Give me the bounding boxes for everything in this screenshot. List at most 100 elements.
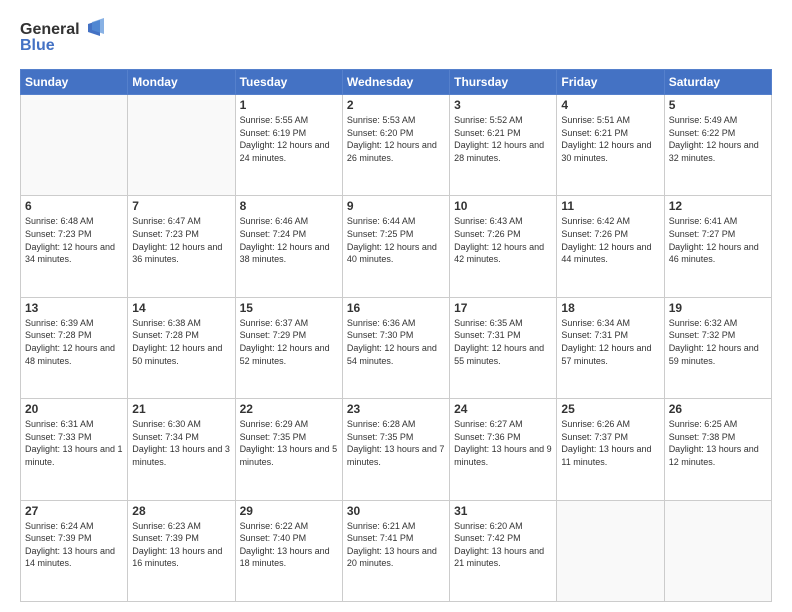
calendar-cell: 27 Sunrise: 6:24 AMSunset: 7:39 PMDayligh… <box>21 500 128 601</box>
calendar-day-header: Saturday <box>664 70 771 95</box>
day-detail: Sunrise: 6:48 AMSunset: 7:23 PMDaylight:… <box>25 215 123 265</box>
calendar-cell: 24 Sunrise: 6:27 AMSunset: 7:36 PMDayligh… <box>450 399 557 500</box>
calendar-cell: 15 Sunrise: 6:37 AMSunset: 7:29 PMDayligh… <box>235 297 342 398</box>
calendar-header-row: SundayMondayTuesdayWednesdayThursdayFrid… <box>21 70 772 95</box>
day-number: 28 <box>132 504 230 518</box>
day-number: 21 <box>132 402 230 416</box>
day-detail: Sunrise: 6:30 AMSunset: 7:34 PMDaylight:… <box>132 418 230 468</box>
day-number: 22 <box>240 402 338 416</box>
page: General Blue SundayMondayTuesdayWednesda… <box>0 0 792 612</box>
day-detail: Sunrise: 6:24 AMSunset: 7:39 PMDaylight:… <box>25 520 123 570</box>
day-detail: Sunrise: 5:52 AMSunset: 6:21 PMDaylight:… <box>454 114 552 164</box>
day-number: 15 <box>240 301 338 315</box>
day-number: 25 <box>561 402 659 416</box>
day-detail: Sunrise: 6:37 AMSunset: 7:29 PMDaylight:… <box>240 317 338 367</box>
day-detail: Sunrise: 6:28 AMSunset: 7:35 PMDaylight:… <box>347 418 445 468</box>
calendar-cell: 31 Sunrise: 6:20 AMSunset: 7:42 PMDayligh… <box>450 500 557 601</box>
calendar-cell: 4 Sunrise: 5:51 AMSunset: 6:21 PMDaylight… <box>557 95 664 196</box>
calendar-cell: 21 Sunrise: 6:30 AMSunset: 7:34 PMDayligh… <box>128 399 235 500</box>
day-detail: Sunrise: 6:20 AMSunset: 7:42 PMDaylight:… <box>454 520 552 570</box>
day-number: 2 <box>347 98 445 112</box>
day-number: 8 <box>240 199 338 213</box>
day-number: 11 <box>561 199 659 213</box>
calendar-cell: 6 Sunrise: 6:48 AMSunset: 7:23 PMDaylight… <box>21 196 128 297</box>
day-detail: Sunrise: 6:39 AMSunset: 7:28 PMDaylight:… <box>25 317 123 367</box>
day-number: 4 <box>561 98 659 112</box>
day-number: 23 <box>347 402 445 416</box>
calendar-cell: 25 Sunrise: 6:26 AMSunset: 7:37 PMDayligh… <box>557 399 664 500</box>
day-detail: Sunrise: 6:44 AMSunset: 7:25 PMDaylight:… <box>347 215 445 265</box>
day-number: 14 <box>132 301 230 315</box>
day-detail: Sunrise: 6:21 AMSunset: 7:41 PMDaylight:… <box>347 520 445 570</box>
day-detail: Sunrise: 6:27 AMSunset: 7:36 PMDaylight:… <box>454 418 552 468</box>
calendar-cell: 28 Sunrise: 6:23 AMSunset: 7:39 PMDayligh… <box>128 500 235 601</box>
day-detail: Sunrise: 6:36 AMSunset: 7:30 PMDaylight:… <box>347 317 445 367</box>
day-number: 13 <box>25 301 123 315</box>
day-detail: Sunrise: 5:53 AMSunset: 6:20 PMDaylight:… <box>347 114 445 164</box>
day-detail: Sunrise: 6:25 AMSunset: 7:38 PMDaylight:… <box>669 418 767 468</box>
svg-text:General: General <box>20 21 80 38</box>
logo-text: General Blue <box>20 16 110 61</box>
svg-text:Blue: Blue <box>20 37 55 54</box>
day-detail: Sunrise: 5:49 AMSunset: 6:22 PMDaylight:… <box>669 114 767 164</box>
day-detail: Sunrise: 5:51 AMSunset: 6:21 PMDaylight:… <box>561 114 659 164</box>
day-number: 31 <box>454 504 552 518</box>
day-detail: Sunrise: 6:26 AMSunset: 7:37 PMDaylight:… <box>561 418 659 468</box>
calendar-cell: 1 Sunrise: 5:55 AMSunset: 6:19 PMDaylight… <box>235 95 342 196</box>
day-number: 24 <box>454 402 552 416</box>
calendar-cell: 3Sunrise: 5:52 AMSunset: 6:21 PMDaylight… <box>450 95 557 196</box>
day-number: 16 <box>347 301 445 315</box>
calendar-day-header: Sunday <box>21 70 128 95</box>
calendar-cell <box>664 500 771 601</box>
day-number: 18 <box>561 301 659 315</box>
day-detail: Sunrise: 6:31 AMSunset: 7:33 PMDaylight:… <box>25 418 123 468</box>
day-detail: Sunrise: 6:41 AMSunset: 7:27 PMDaylight:… <box>669 215 767 265</box>
calendar-cell: 5 Sunrise: 5:49 AMSunset: 6:22 PMDaylight… <box>664 95 771 196</box>
day-number: 29 <box>240 504 338 518</box>
day-number: 26 <box>669 402 767 416</box>
header: General Blue <box>20 16 772 61</box>
day-detail: Sunrise: 6:34 AMSunset: 7:31 PMDaylight:… <box>561 317 659 367</box>
calendar-cell <box>128 95 235 196</box>
week-row: 13 Sunrise: 6:39 AMSunset: 7:28 PMDayligh… <box>21 297 772 398</box>
calendar-cell: 12Sunrise: 6:41 AMSunset: 7:27 PMDayligh… <box>664 196 771 297</box>
calendar-day-header: Thursday <box>450 70 557 95</box>
calendar-cell: 17 Sunrise: 6:35 AMSunset: 7:31 PMDayligh… <box>450 297 557 398</box>
calendar-day-header: Monday <box>128 70 235 95</box>
calendar-cell: 18 Sunrise: 6:34 AMSunset: 7:31 PMDayligh… <box>557 297 664 398</box>
calendar-cell: 30Sunrise: 6:21 AMSunset: 7:41 PMDayligh… <box>342 500 449 601</box>
day-detail: Sunrise: 6:35 AMSunset: 7:31 PMDaylight:… <box>454 317 552 367</box>
calendar-cell <box>557 500 664 601</box>
week-row: 20 Sunrise: 6:31 AMSunset: 7:33 PMDayligh… <box>21 399 772 500</box>
day-number: 1 <box>240 98 338 112</box>
calendar-cell: 2 Sunrise: 5:53 AMSunset: 6:20 PMDaylight… <box>342 95 449 196</box>
calendar-cell: 16 Sunrise: 6:36 AMSunset: 7:30 PMDayligh… <box>342 297 449 398</box>
calendar-cell: 9 Sunrise: 6:44 AMSunset: 7:25 PMDaylight… <box>342 196 449 297</box>
calendar-cell: 11 Sunrise: 6:42 AMSunset: 7:26 PMDayligh… <box>557 196 664 297</box>
day-detail: Sunrise: 6:23 AMSunset: 7:39 PMDaylight:… <box>132 520 230 570</box>
calendar-day-header: Friday <box>557 70 664 95</box>
day-detail: Sunrise: 6:47 AMSunset: 7:23 PMDaylight:… <box>132 215 230 265</box>
calendar-cell: 20 Sunrise: 6:31 AMSunset: 7:33 PMDayligh… <box>21 399 128 500</box>
day-detail: Sunrise: 5:55 AMSunset: 6:19 PMDaylight:… <box>240 114 338 164</box>
calendar-cell: 8Sunrise: 6:46 AMSunset: 7:24 PMDaylight… <box>235 196 342 297</box>
day-number: 19 <box>669 301 767 315</box>
day-number: 9 <box>347 199 445 213</box>
day-number: 7 <box>132 199 230 213</box>
calendar-cell: 13 Sunrise: 6:39 AMSunset: 7:28 PMDayligh… <box>21 297 128 398</box>
week-row: 1 Sunrise: 5:55 AMSunset: 6:19 PMDaylight… <box>21 95 772 196</box>
day-detail: Sunrise: 6:42 AMSunset: 7:26 PMDaylight:… <box>561 215 659 265</box>
calendar-day-header: Tuesday <box>235 70 342 95</box>
calendar-day-header: Wednesday <box>342 70 449 95</box>
day-number: 5 <box>669 98 767 112</box>
week-row: 6 Sunrise: 6:48 AMSunset: 7:23 PMDaylight… <box>21 196 772 297</box>
calendar-cell: 22Sunrise: 6:29 AMSunset: 7:35 PMDayligh… <box>235 399 342 500</box>
day-number: 6 <box>25 199 123 213</box>
calendar-cell: 14 Sunrise: 6:38 AMSunset: 7:28 PMDayligh… <box>128 297 235 398</box>
calendar-cell: 10Sunrise: 6:43 AMSunset: 7:26 PMDayligh… <box>450 196 557 297</box>
day-number: 20 <box>25 402 123 416</box>
calendar-cell <box>21 95 128 196</box>
day-number: 27 <box>25 504 123 518</box>
day-detail: Sunrise: 6:38 AMSunset: 7:28 PMDaylight:… <box>132 317 230 367</box>
day-number: 17 <box>454 301 552 315</box>
